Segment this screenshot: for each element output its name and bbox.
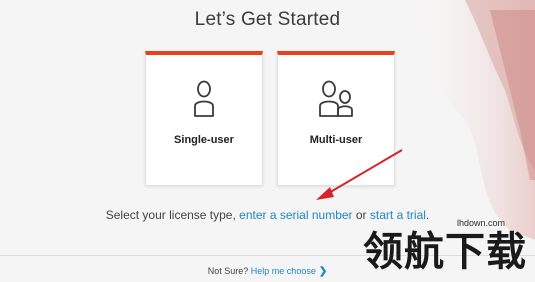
license-prompt-prefix: Select your license type, (105, 208, 240, 222)
chevron-right-icon[interactable]: ❯ (319, 266, 327, 277)
multi-user-label: Multi-user (309, 134, 363, 146)
page-title: Let’s Get Started (194, 9, 341, 30)
single-user-label: Single-user (174, 134, 234, 146)
enter-serial-number-link[interactable]: enter a serial number (239, 208, 352, 222)
watermark-site: lhdown.com (456, 218, 505, 228)
multi-user-icon (278, 80, 394, 123)
footer-prefix: Not Sure? (207, 266, 251, 276)
single-user-card[interactable]: Single-user (145, 51, 263, 186)
watermark: lhdown.com 领航下载 (337, 218, 527, 278)
watermark-text: 领航下载 (363, 229, 527, 275)
help-me-choose-link[interactable]: Help me choose (251, 266, 316, 276)
single-user-icon (146, 80, 262, 123)
multi-user-card[interactable]: Multi-user (277, 51, 395, 186)
